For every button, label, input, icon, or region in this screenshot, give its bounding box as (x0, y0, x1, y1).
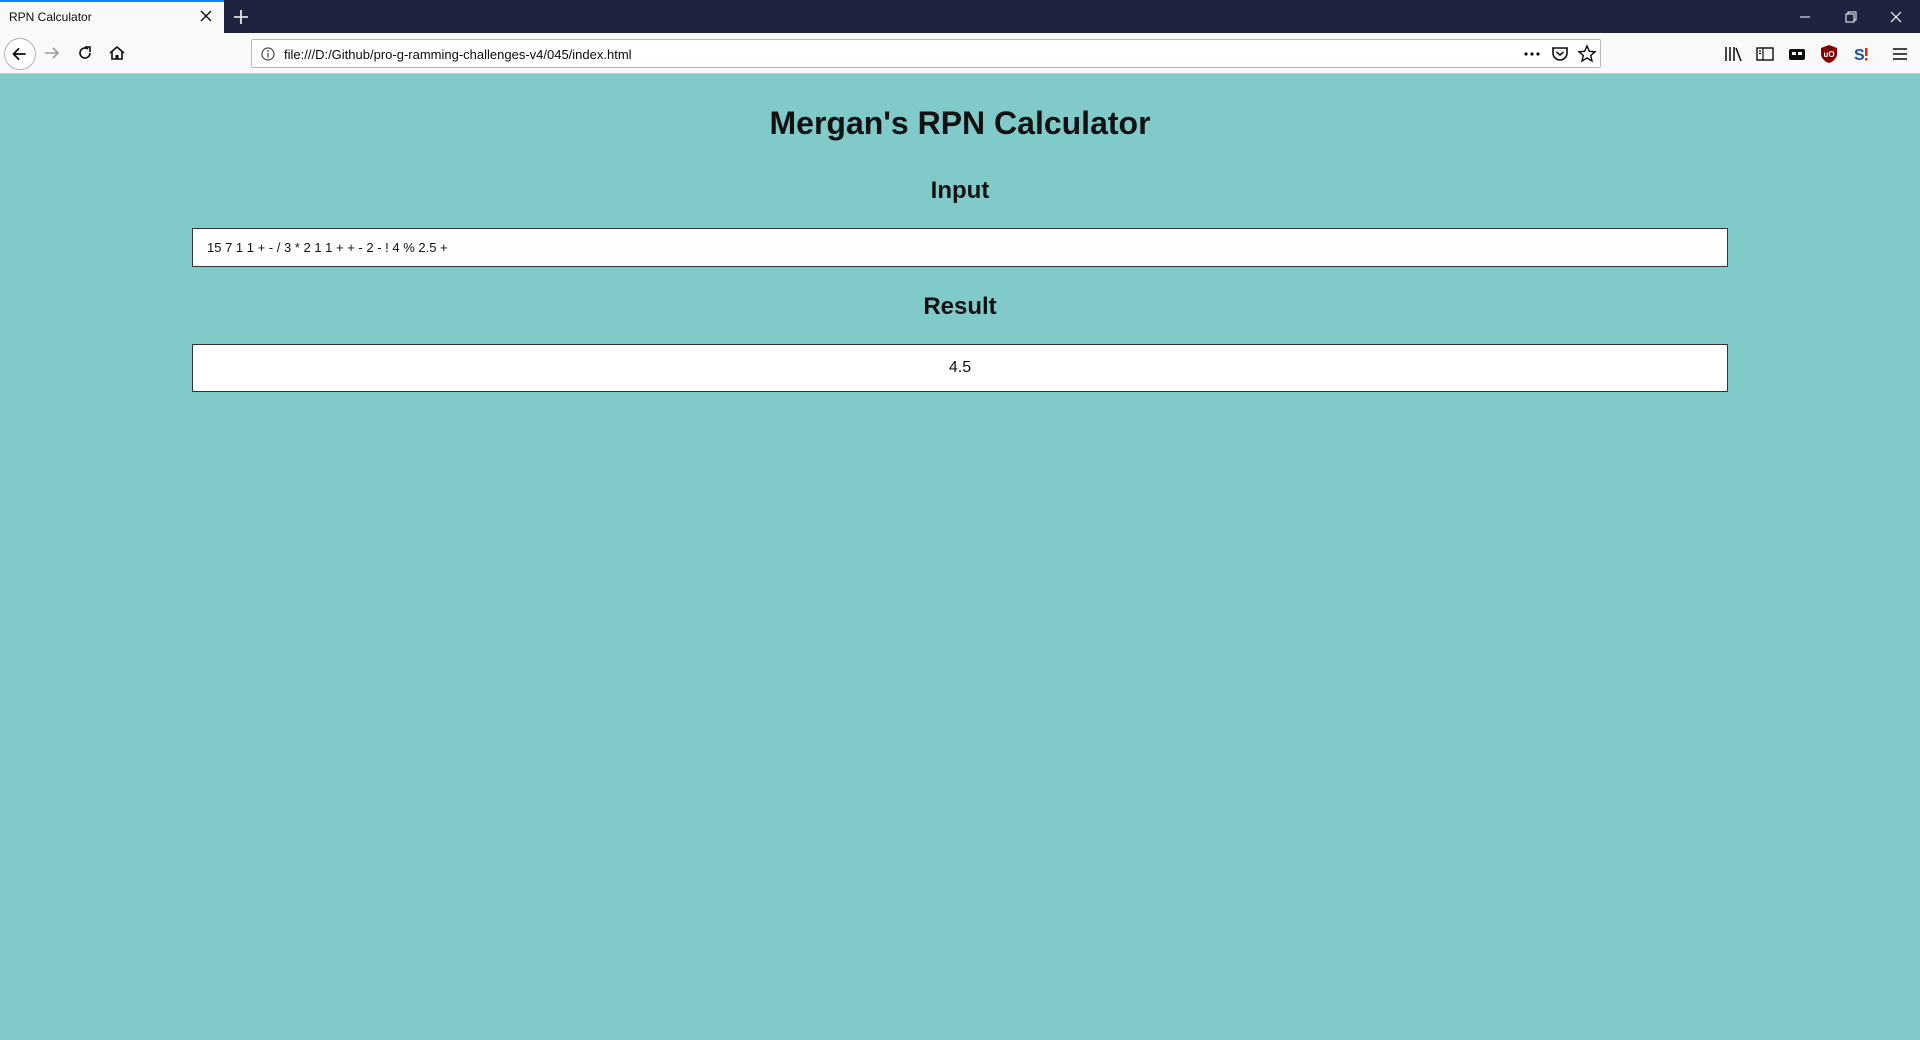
reload-icon[interactable] (71, 39, 99, 67)
plus-icon[interactable] (229, 6, 253, 28)
url-text[interactable]: file:///D:/Github/pro-g-ramming-challeng… (284, 47, 632, 62)
home-icon[interactable] (103, 39, 131, 67)
library-icon[interactable] (1722, 43, 1744, 65)
minimize-icon[interactable] (1793, 5, 1817, 29)
svg-text:uO: uO (1823, 50, 1834, 59)
sidebar-icon[interactable] (1754, 43, 1776, 65)
bookmark-star-icon[interactable] (1577, 44, 1597, 64)
pocket-icon[interactable] (1550, 44, 1570, 64)
svg-text:S: S (1854, 47, 1865, 64)
rpn-input-field[interactable] (192, 228, 1728, 267)
restore-icon[interactable] (1839, 5, 1863, 29)
info-icon[interactable] (260, 46, 276, 62)
navigation-toolbar: file:///D:/Github/pro-g-ramming-challeng… (0, 33, 1920, 74)
tab-rpn-calculator[interactable]: RPN Calculator (0, 0, 224, 33)
window-close-icon[interactable] (1884, 5, 1908, 29)
result-heading: Result (923, 293, 997, 320)
ublock-icon[interactable]: uO (1818, 43, 1840, 65)
page-title: Mergan's RPN Calculator (769, 105, 1151, 141)
url-bar[interactable]: file:///D:/Github/pro-g-ramming-challeng… (251, 39, 1601, 68)
tab-title: RPN Calculator (9, 10, 92, 24)
back-arrow-icon[interactable] (4, 38, 36, 70)
tab-strip: RPN Calculator (0, 0, 1920, 33)
extension-icon[interactable]: S (1850, 43, 1872, 65)
more-icon[interactable] (1522, 44, 1542, 64)
input-heading: Input (930, 177, 990, 204)
result-display: 4.5 (192, 344, 1728, 392)
hamburger-menu-icon[interactable] (1889, 43, 1911, 65)
close-icon[interactable] (197, 7, 215, 25)
page-content: Mergan's RPN Calculator Input Result 4.5 (0, 74, 1920, 1040)
forward-arrow-icon[interactable] (38, 39, 66, 67)
tab-active-indicator (0, 0, 224, 2)
container-icon[interactable] (1786, 43, 1808, 65)
